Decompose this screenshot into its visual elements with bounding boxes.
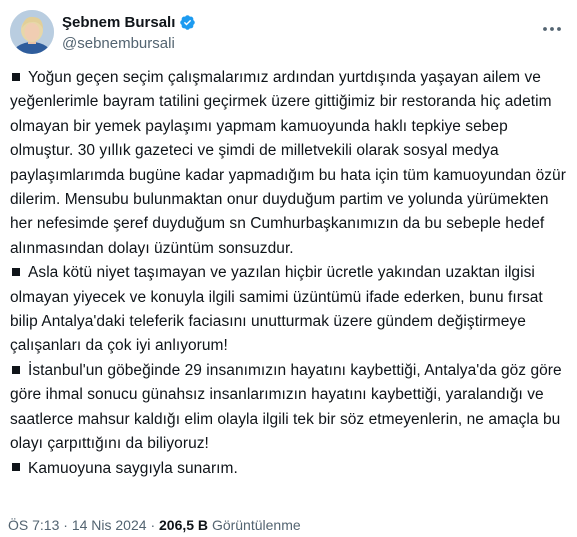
tweet-time[interactable]: ÖS 7:13	[8, 517, 59, 533]
black-square-icon	[12, 268, 20, 277]
black-square-icon	[12, 365, 20, 374]
author-info: Şebnem Bursalı @sebnembursali	[62, 13, 196, 54]
tweet-header: Şebnem Bursalı @sebnembursali	[8, 8, 569, 58]
author-name-row[interactable]: Şebnem Bursalı	[62, 13, 196, 32]
tweet-paragraph: Yoğun geçen seçim çalışmalarımız ardında…	[10, 66, 570, 261]
paragraph-text: Yoğun geçen seçim çalışmalarımız ardında…	[10, 69, 566, 257]
tweet-paragraph: Kamuoyuna saygıyla sunarım.	[10, 457, 570, 481]
tweet-paragraph: İstanbul'un göbeğinde 29 insanımızın hay…	[10, 359, 570, 457]
paragraph-text: İstanbul'un göbeğinde 29 insanımızın hay…	[10, 361, 562, 453]
views-count: 206,5 B	[159, 517, 209, 533]
meta-separator: ·	[63, 517, 68, 533]
tweet-date[interactable]: 14 Nis 2024	[72, 517, 147, 533]
views-label: Görüntülenme	[211, 517, 301, 533]
black-square-icon	[12, 463, 20, 472]
tweet-text: Yoğun geçen seçim çalışmalarımız ardında…	[10, 66, 570, 481]
tweet-meta: ÖS 7:13 · 14 Nis 2024 · 206,5 B Görüntül…	[8, 516, 301, 534]
verified-badge-icon	[180, 15, 196, 30]
meta-separator: ·	[150, 517, 156, 533]
more-options-icon[interactable]	[541, 20, 563, 38]
author-handle[interactable]: @sebnembursali	[62, 34, 196, 54]
tweet-paragraph: Asla kötü niyet taşımayan ve yazılan hiç…	[10, 261, 570, 359]
paragraph-text: Asla kötü niyet taşımayan ve yazılan hiç…	[10, 264, 543, 355]
avatar[interactable]	[10, 10, 54, 54]
author-name[interactable]: Şebnem Bursalı	[62, 13, 175, 32]
paragraph-text: Kamuoyuna saygıyla sunarım.	[28, 459, 238, 477]
black-square-icon	[12, 72, 20, 81]
